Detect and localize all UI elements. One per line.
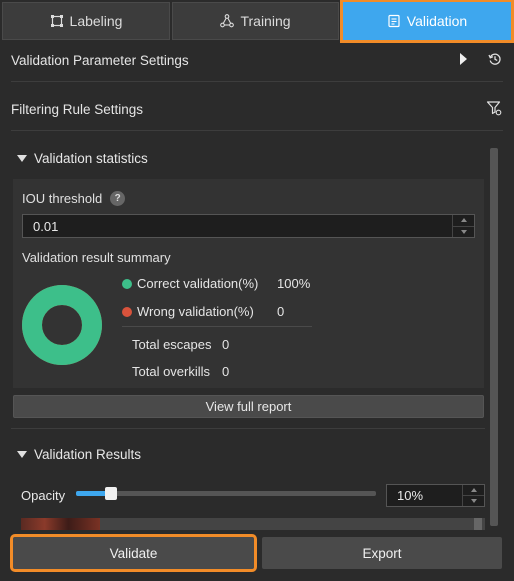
caret-up-icon [460,218,467,223]
validation-results-header[interactable]: Validation Results [17,442,141,466]
export-button[interactable]: Export [262,537,502,569]
opacity-spinbox[interactable] [386,484,485,507]
validation-result-summary-label: Validation result summary [22,250,171,265]
filtering-rule-settings-row[interactable]: Filtering Rule Settings [0,85,514,133]
tab-label: Training [240,13,291,29]
iou-threshold-label: IOU threshold [22,191,103,206]
divider [122,326,312,327]
iou-threshold-input[interactable] [23,215,452,237]
validation-parameter-settings-label: Validation Parameter Settings [11,52,189,68]
correct-validation-legend: Correct validation(%) 100% [122,276,310,291]
opacity-slider-handle[interactable] [104,487,117,500]
correct-validation-value: 100% [277,276,311,291]
tab-validation[interactable]: Validation [340,0,514,43]
total-overkills-row: Total overkills 0 [132,364,229,379]
history-icon[interactable] [488,52,502,69]
validation-parameter-settings-row[interactable]: Validation Parameter Settings [0,36,514,84]
iou-threshold-row: IOU threshold ? [22,191,126,206]
decrement-button[interactable] [463,495,484,506]
donut-correct-arc [22,285,102,365]
network-icon [220,14,235,28]
opacity-label: Opacity [21,488,66,503]
correct-dot-icon [122,278,132,289]
view-full-report-button[interactable]: View full report [13,395,484,418]
divider [11,130,503,131]
collapse-triangle-icon [17,450,27,458]
caret-up-icon [470,488,477,492]
panel-scrollbar[interactable] [490,148,498,526]
clipboard-check-icon [387,14,401,28]
total-escapes-value: 0 [222,337,230,352]
total-overkills-label: Total overkills [132,364,211,379]
tab-label: Labeling [69,13,123,29]
filtering-rule-settings-label: Filtering Rule Settings [11,101,144,117]
increment-button[interactable] [453,215,474,226]
tab-training[interactable]: Training [172,2,339,40]
caret-down-icon [470,499,477,503]
bounding-box-icon [50,14,64,28]
opacity-input[interactable] [387,485,462,506]
iou-threshold-spinbox[interactable] [22,214,475,238]
tab-label: Validation [406,13,468,29]
correct-validation-label: Correct validation(%) [137,276,259,291]
validation-statistics-title: Validation statistics [34,150,148,166]
tab-labeling[interactable]: Labeling [2,2,170,40]
wrong-validation-value: 0 [277,304,285,319]
help-icon[interactable]: ? [110,191,126,206]
collapse-triangle-icon [17,154,27,162]
wrong-dot-icon [122,306,132,317]
validation-donut-chart [22,285,102,365]
total-escapes-row: Total escapes 0 [132,337,229,352]
tab-bar: Labeling Training Validation [0,0,514,43]
play-icon[interactable] [458,52,468,68]
total-escapes-label: Total escapes [132,337,212,352]
opacity-slider-track[interactable] [76,491,376,496]
caret-down-icon [460,229,467,234]
filter-settings-icon[interactable] [486,100,502,119]
decrement-button[interactable] [453,225,474,238]
divider [11,81,503,82]
wrong-validation-label: Wrong validation(%) [137,304,254,319]
divider [11,428,485,429]
wrong-validation-legend: Wrong validation(%) 0 [122,304,284,319]
validation-results-title: Validation Results [34,446,142,462]
validation-statistics-header[interactable]: Validation statistics [17,146,148,170]
increment-button[interactable] [463,485,484,495]
total-overkills-value: 0 [222,364,230,379]
validate-button[interactable]: Validate [10,534,257,572]
